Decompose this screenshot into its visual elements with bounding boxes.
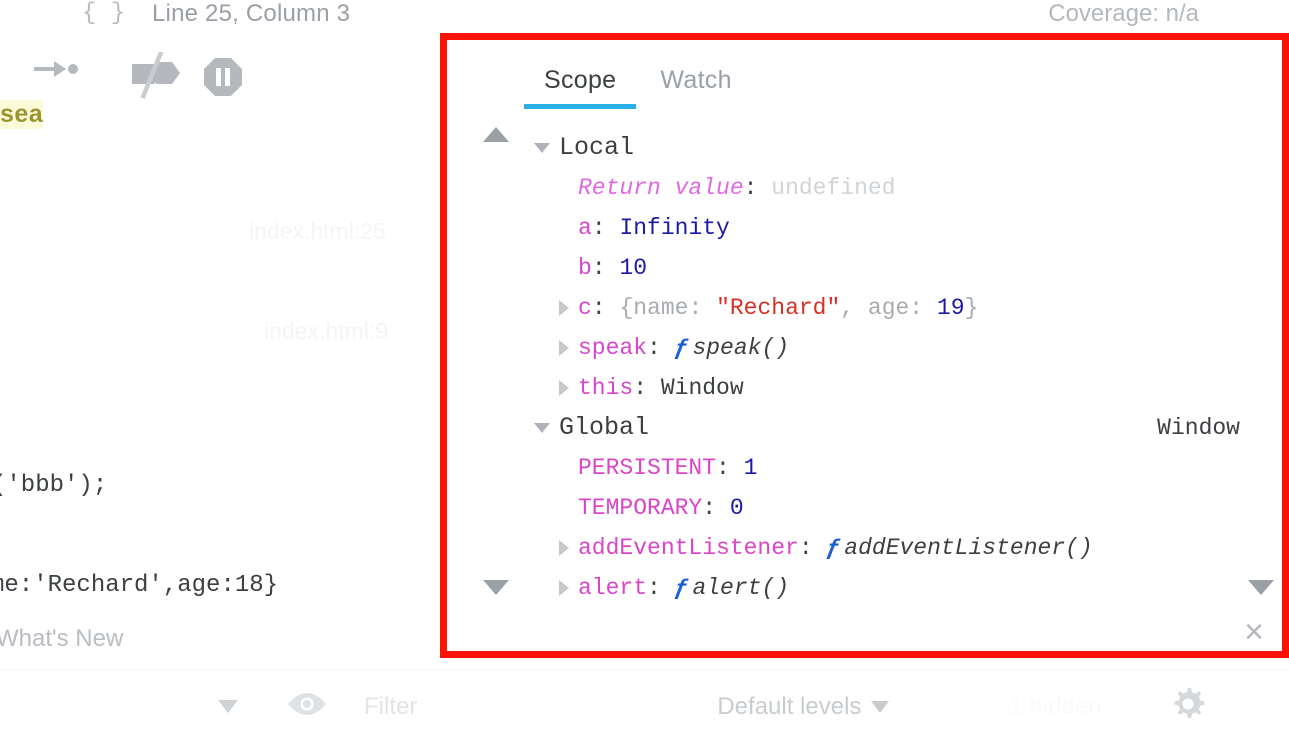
step-out-icon[interactable] xyxy=(32,56,78,87)
scope-tree: Local Return value: undefined a: Infinit… xyxy=(447,128,1282,608)
chevron-down-icon xyxy=(534,423,550,433)
deactivate-breakpoints-icon[interactable] xyxy=(126,50,182,105)
scope-group-local[interactable]: Local xyxy=(447,128,1282,168)
pause-on-exceptions-icon[interactable] xyxy=(201,55,245,104)
format-braces-icon[interactable]: { } xyxy=(82,0,125,27)
property-value: 1 xyxy=(743,455,758,481)
function-marker-icon: ƒ xyxy=(674,575,689,601)
property-colon: : xyxy=(591,215,606,241)
scope-property-addeventlistener[interactable]: addEventListener: ƒ addEventListener() xyxy=(447,528,1282,568)
console-toolbar: Filter Default levels 1 hidden xyxy=(0,669,1289,743)
scope-group-value: Window xyxy=(1157,415,1240,441)
console-output-line-2: me:'Rechard',age:18} xyxy=(0,572,279,599)
chevron-right-icon[interactable] xyxy=(559,340,569,356)
log-levels-dropdown[interactable]: Default levels xyxy=(717,692,890,721)
chevron-right-icon[interactable] xyxy=(559,580,569,596)
scope-property-this[interactable]: this: Window xyxy=(447,368,1282,408)
search-match-highlight: sea xyxy=(0,100,44,129)
chevron-right-icon[interactable] xyxy=(559,540,569,556)
property-colon: : xyxy=(633,375,648,401)
property-key: b xyxy=(578,255,592,281)
function-marker-icon: ƒ xyxy=(826,535,841,561)
editor-cursor-position: Line 25, Column 3 xyxy=(152,0,351,27)
property-colon: : xyxy=(743,175,758,201)
scope-group-global[interactable]: Global Window xyxy=(447,408,1282,448)
property-value: undefined xyxy=(771,175,896,201)
property-key: c xyxy=(578,295,592,321)
property-key: PERSISTENT xyxy=(578,455,717,481)
scope-group-label: Global xyxy=(559,413,650,442)
property-key: speak xyxy=(578,335,648,361)
whats-new-label[interactable]: What's New xyxy=(0,625,123,653)
eye-icon[interactable] xyxy=(286,690,328,723)
property-value: alert() xyxy=(692,575,790,601)
scope-watch-panel: Scope Watch × Local Return value: undefi… xyxy=(440,33,1289,658)
coverage-status: Coverage: n/a xyxy=(1048,0,1199,27)
property-key: a xyxy=(578,215,592,241)
property-key: this xyxy=(578,375,634,401)
scope-property-b[interactable]: b: 10 xyxy=(447,248,1282,288)
chevron-right-icon[interactable] xyxy=(559,300,569,316)
scope-property-alert[interactable]: alert: ƒ alert() xyxy=(447,568,1282,608)
close-icon[interactable]: × xyxy=(1244,615,1264,649)
chevron-down-icon xyxy=(871,700,890,713)
scope-property-persistent[interactable]: PERSISTENT: 1 xyxy=(447,448,1282,488)
property-colon: : xyxy=(798,535,813,561)
source-link-index-25[interactable]: index.html:25 xyxy=(249,218,386,245)
tab-scope[interactable]: Scope xyxy=(522,66,638,109)
scope-property-speak[interactable]: speak: ƒ speak() xyxy=(447,328,1282,368)
property-key: TEMPORARY xyxy=(578,495,703,521)
scope-property-a[interactable]: a: Infinity xyxy=(447,208,1282,248)
property-key: Return value xyxy=(578,175,744,201)
property-colon: : xyxy=(591,295,606,321)
property-value: 10 xyxy=(619,255,648,281)
log-levels-label: Default levels xyxy=(717,692,862,720)
chevron-right-icon[interactable] xyxy=(559,380,569,396)
property-value: speak() xyxy=(692,335,790,361)
property-value: addEventListener() xyxy=(844,535,1093,561)
property-value: {name: "Rechard", age: 19} xyxy=(619,295,979,321)
gear-icon[interactable] xyxy=(1168,684,1208,729)
chevron-down-icon xyxy=(534,143,550,153)
property-value: Infinity xyxy=(619,215,730,241)
hidden-messages-count: 1 hidden xyxy=(1009,692,1102,720)
property-colon: : xyxy=(647,575,661,601)
scope-property-c[interactable]: c: {name: "Rechard", age: 19} xyxy=(447,288,1282,328)
scope-property-temporary[interactable]: TEMPORARY: 0 xyxy=(447,488,1282,528)
property-colon: : xyxy=(591,255,606,281)
scope-panel-tabs: Scope Watch xyxy=(522,66,754,109)
property-key: alert xyxy=(578,575,648,601)
property-colon: : xyxy=(702,495,717,521)
scope-property-return-value[interactable]: Return value: undefined xyxy=(447,168,1282,208)
source-link-index-9[interactable]: index.html:9 xyxy=(264,318,388,345)
property-key: addEventListener xyxy=(578,535,799,561)
console-output-line-1: ('bbb'); xyxy=(0,472,108,499)
property-value: Window xyxy=(660,375,744,401)
property-value: 0 xyxy=(729,495,744,521)
function-marker-icon: ƒ xyxy=(674,335,689,361)
tab-watch[interactable]: Watch xyxy=(638,66,753,109)
filter-input[interactable]: Filter xyxy=(364,693,417,721)
property-colon: : xyxy=(647,335,661,361)
property-colon: : xyxy=(716,455,730,481)
scope-group-label: Local xyxy=(559,133,635,162)
sidebar-caret-down-icon[interactable] xyxy=(218,700,238,713)
